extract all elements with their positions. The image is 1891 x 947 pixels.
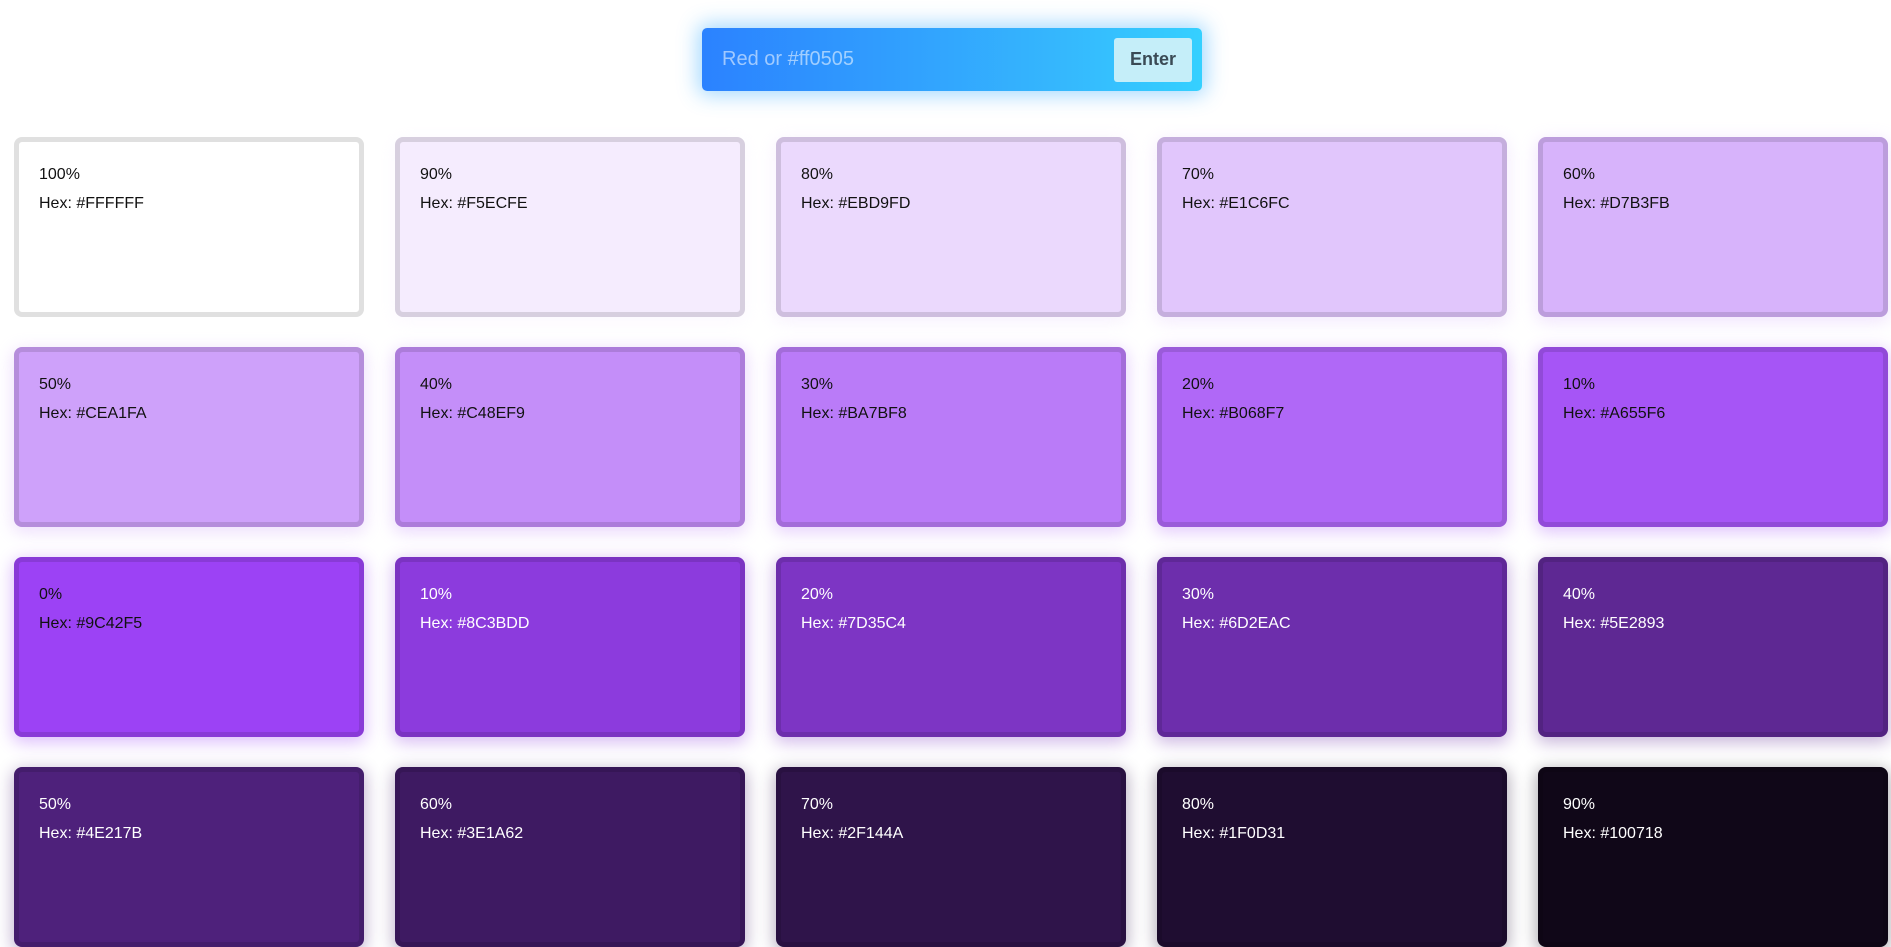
swatch-percent-label: 20% [801,586,834,603]
swatch-hex-label: Hex: #4E217B [39,825,143,842]
color-swatch[interactable]: 30% Hex: #BA7BF8 [776,347,1126,527]
swatch-hex-label: Hex: #EBD9FD [801,195,911,212]
swatch-percent-label: 80% [801,166,834,183]
swatch-percent-label: 50% [39,376,72,393]
color-swatch[interactable]: 10% Hex: #A655F6 [1538,347,1888,527]
swatch-hex-label: Hex: #C48EF9 [420,405,525,422]
swatch-percent-label: 90% [1563,796,1596,813]
swatch-percent-label: 0% [39,586,63,603]
color-swatch[interactable]: 90% Hex: #F5ECFE [395,137,745,317]
swatch-percent-label: 80% [1182,796,1215,813]
swatch-hex-label: Hex: #CEA1FA [39,405,147,422]
swatch-hex-label: Hex: #FFFFFF [39,195,144,212]
color-search-input[interactable] [702,28,1114,91]
color-swatch[interactable]: 20% Hex: #B068F7 [1157,347,1507,527]
color-swatch[interactable]: 40% Hex: #5E2893 [1538,557,1888,737]
swatch-percent-label: 60% [1563,166,1596,183]
swatch-percent-label: 50% [39,796,72,813]
color-swatch[interactable]: 60% Hex: #3E1A62 [395,767,745,947]
enter-button[interactable]: Enter [1114,37,1192,82]
swatch-hex-label: Hex: #6D2EAC [1182,615,1291,632]
color-swatch[interactable]: 100% Hex: #FFFFFF [14,137,364,317]
swatch-percent-label: 10% [1563,376,1596,393]
swatch-hex-label: Hex: #7D35C4 [801,615,906,632]
swatch-hex-label: Hex: #B068F7 [1182,405,1285,422]
color-swatch[interactable]: 0% Hex: #9C42F5 [14,557,364,737]
swatch-hex-label: Hex: #9C42F5 [39,615,143,632]
color-swatch[interactable]: 80% Hex: #EBD9FD [776,137,1126,317]
color-swatch[interactable]: 50% Hex: #4E217B [14,767,364,947]
color-swatch[interactable]: 70% Hex: #2F144A [776,767,1126,947]
swatch-percent-label: 70% [801,796,834,813]
swatch-hex-label: Hex: #1F0D31 [1182,825,1286,842]
swatch-percent-label: 40% [1563,586,1596,603]
color-swatch[interactable]: 90% Hex: #100718 [1538,767,1888,947]
swatch-percent-label: 30% [801,376,834,393]
color-swatch[interactable]: 20% Hex: #7D35C4 [776,557,1126,737]
color-swatch[interactable]: 70% Hex: #E1C6FC [1157,137,1507,317]
swatch-hex-label: Hex: #D7B3FB [1563,195,1670,212]
swatch-percent-label: 70% [1182,166,1215,183]
swatch-percent-label: 20% [1182,376,1215,393]
color-swatch[interactable]: 60% Hex: #D7B3FB [1538,137,1888,317]
swatch-percent-label: 60% [420,796,453,813]
swatch-hex-label: Hex: #5E2893 [1563,615,1665,632]
color-swatch[interactable]: 40% Hex: #C48EF9 [395,347,745,527]
swatch-percent-label: 40% [420,376,453,393]
swatch-percent-label: 100% [39,166,80,183]
swatch-hex-label: Hex: #8C3BDD [420,615,530,632]
color-swatch[interactable]: 30% Hex: #6D2EAC [1157,557,1507,737]
swatch-hex-label: Hex: #F5ECFE [420,195,528,212]
color-swatch[interactable]: 80% Hex: #1F0D31 [1157,767,1507,947]
swatch-hex-label: Hex: #2F144A [801,825,904,842]
color-swatch[interactable]: 50% Hex: #CEA1FA [14,347,364,527]
swatch-hex-label: Hex: #3E1A62 [420,825,524,842]
swatch-hex-label: Hex: #BA7BF8 [801,405,907,422]
color-search-bar: Enter [702,28,1202,91]
swatch-hex-label: Hex: #E1C6FC [1182,195,1290,212]
swatch-percent-label: 10% [420,586,453,603]
swatch-grid: 100% Hex: #FFFFFF 90% Hex: #F5ECFE 80% Hex: #… [14,137,1890,947]
swatch-percent-label: 30% [1182,586,1215,603]
swatch-hex-label: Hex: #A655F6 [1563,405,1666,422]
color-swatch[interactable]: 10% Hex: #8C3BDD [395,557,745,737]
swatch-hex-label: Hex: #100718 [1563,825,1663,842]
swatch-percent-label: 90% [420,166,453,183]
